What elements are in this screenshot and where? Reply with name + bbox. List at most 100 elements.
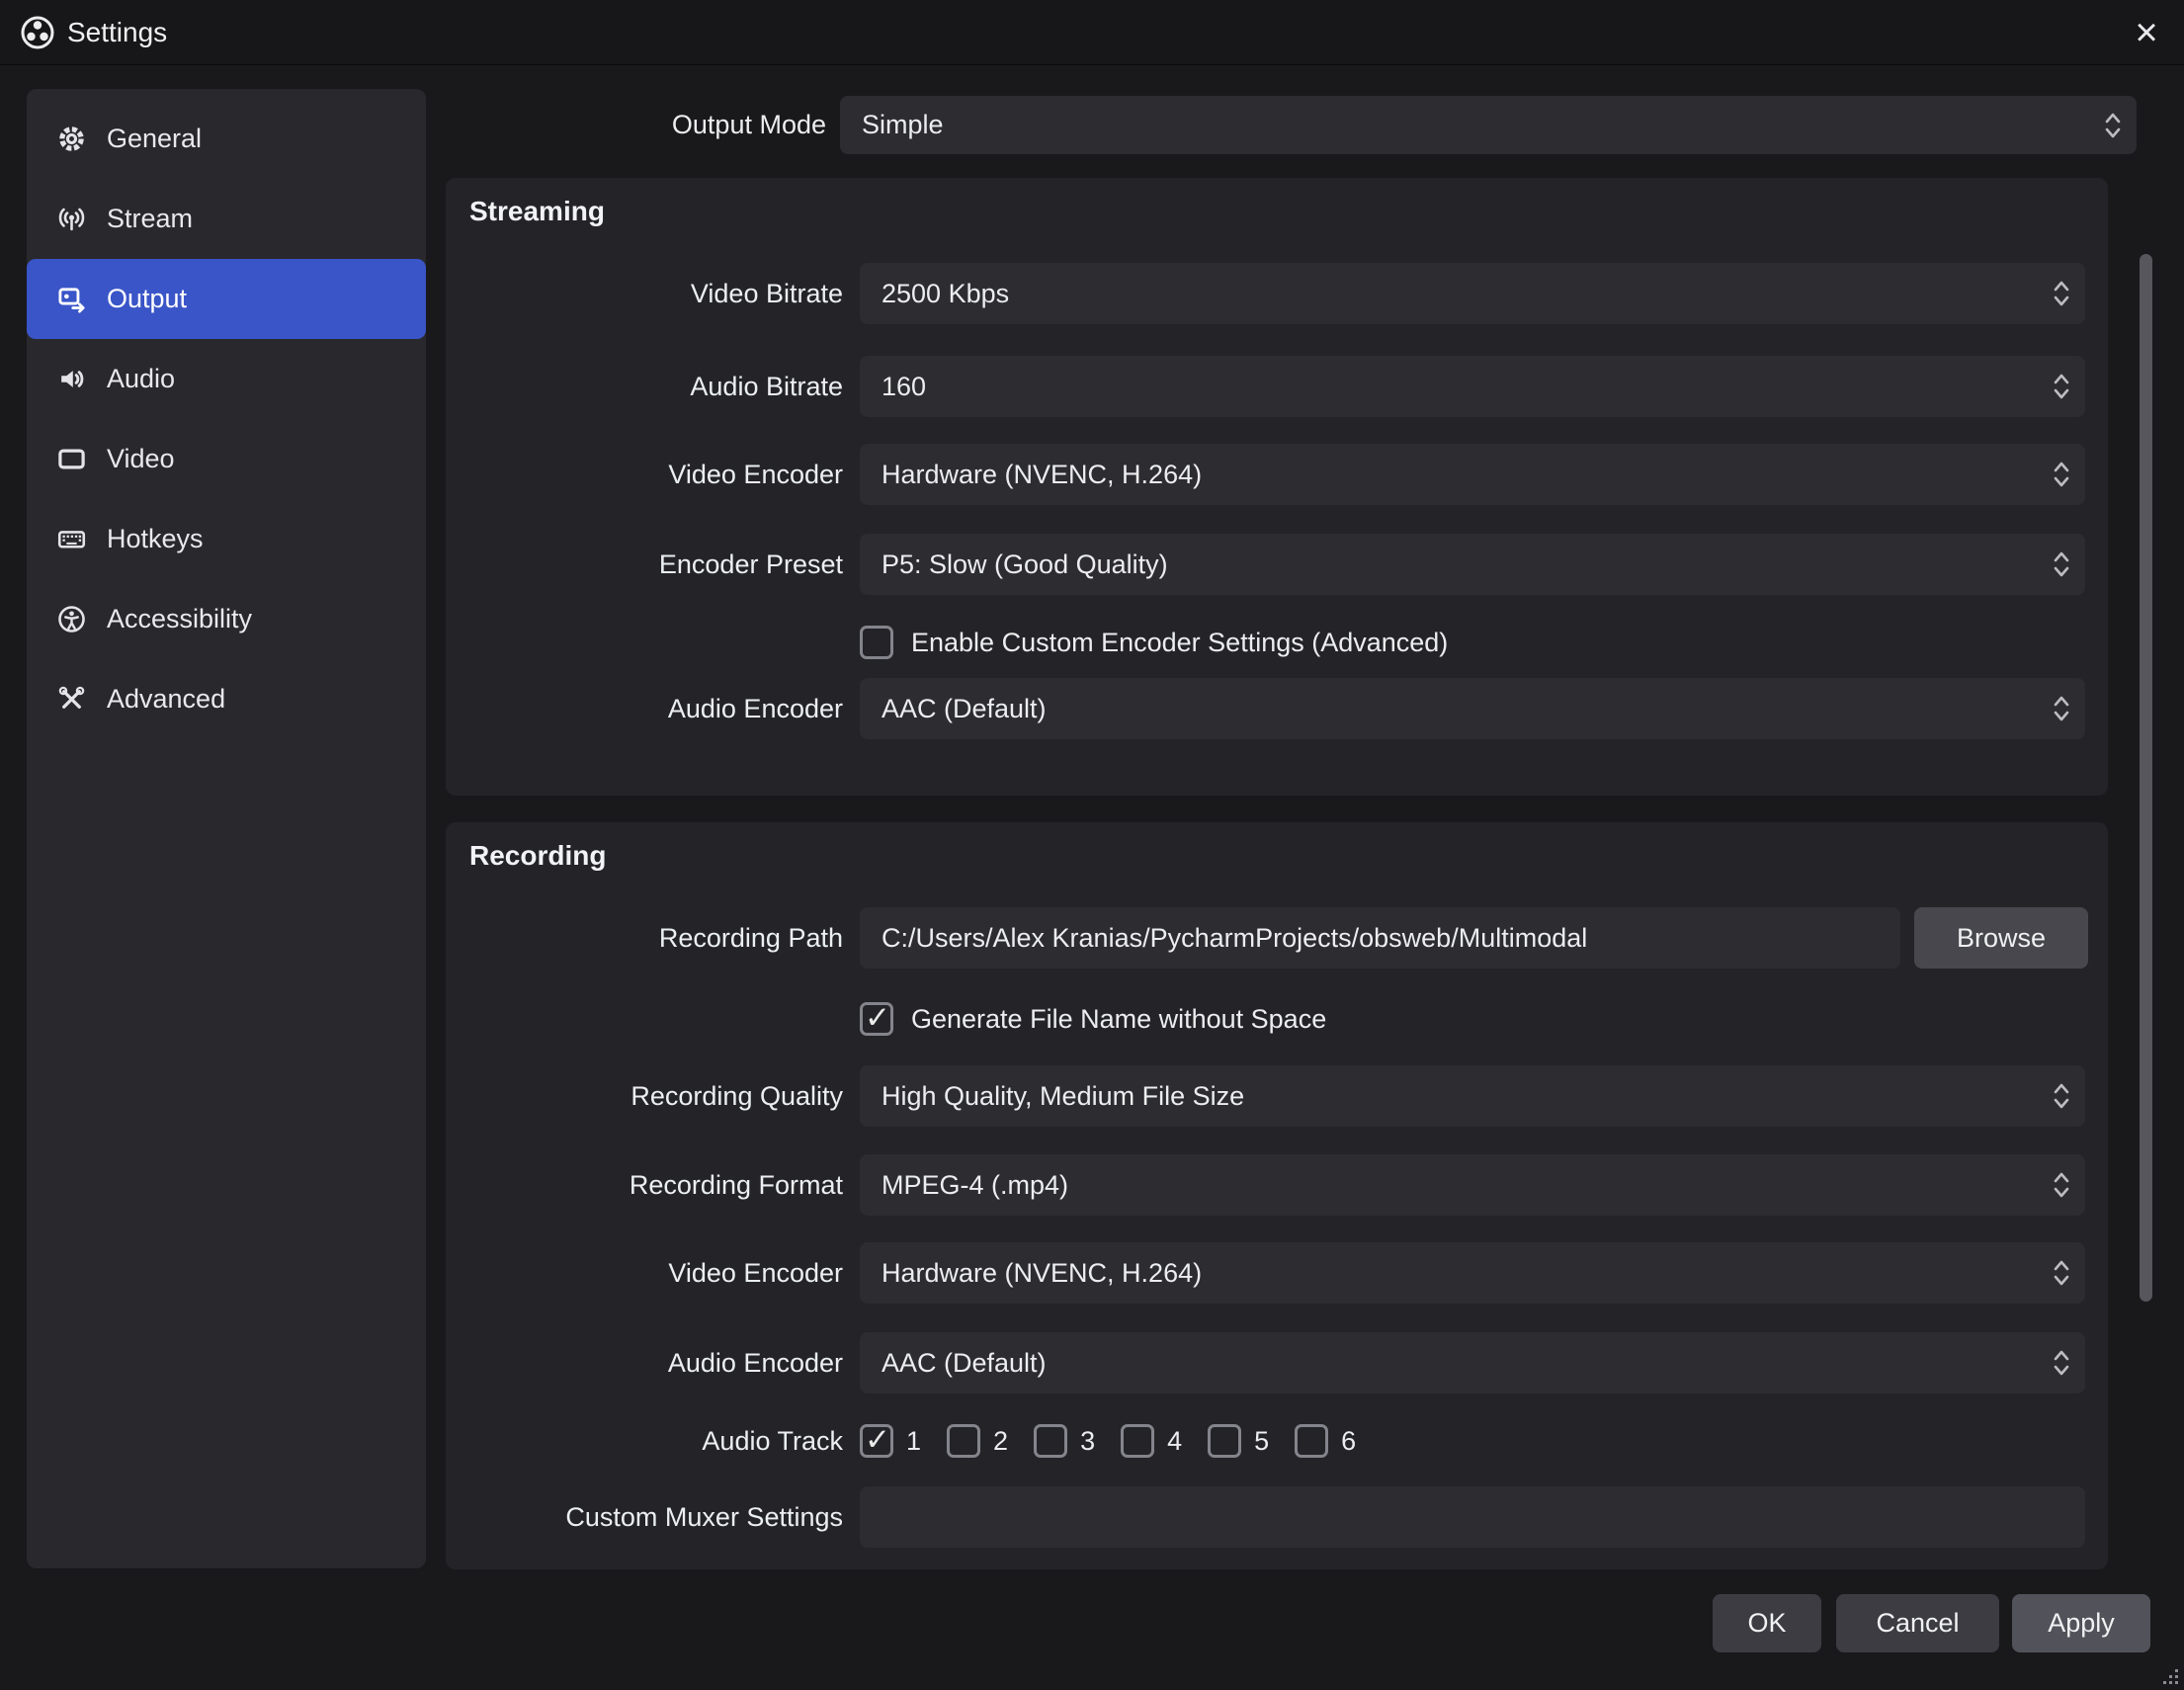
browse-button[interactable]: Browse xyxy=(1914,907,2088,969)
custom-muxer-label: Custom Muxer Settings xyxy=(446,1486,843,1548)
tools-icon xyxy=(56,684,87,715)
sidebar-item-audio[interactable]: Audio xyxy=(27,339,426,419)
spinner-arrows-icon[interactable] xyxy=(2052,548,2071,581)
apply-button[interactable]: Apply xyxy=(2012,1594,2150,1652)
keyboard-icon xyxy=(56,524,87,554)
sidebar-item-label: Hotkeys xyxy=(107,524,204,554)
recording-path-value: C:/Users/Alex Kranias/PycharmProjects/ob… xyxy=(882,923,1587,954)
audio-track-6-checkbox[interactable] xyxy=(1295,1424,1328,1458)
video-bitrate-value: 2500 Kbps xyxy=(882,279,1009,309)
generate-filename-label: Generate File Name without Space xyxy=(911,1004,1326,1035)
broadcast-icon xyxy=(56,204,87,234)
audio-track-2-label: 2 xyxy=(993,1426,1008,1457)
stream-video-encoder-value: Hardware (NVENC, H.264) xyxy=(882,460,1202,490)
output-mode-label: Output Mode xyxy=(426,96,826,154)
gear-icon xyxy=(56,124,87,154)
output-mode-select[interactable]: Simple xyxy=(840,96,2137,154)
close-button[interactable]: × xyxy=(2119,0,2174,65)
recording-path-input[interactable]: C:/Users/Alex Kranias/PycharmProjects/ob… xyxy=(860,907,1900,969)
audio-bitrate-select[interactable]: 160 xyxy=(860,356,2085,417)
audio-track-1: 1 xyxy=(860,1424,921,1458)
display-icon xyxy=(56,444,87,474)
rec-audio-encoder-select[interactable]: AAC (Default) xyxy=(860,1332,2085,1394)
speaker-icon xyxy=(56,364,87,394)
recording-quality-value: High Quality, Medium File Size xyxy=(882,1081,1244,1112)
audio-track-row: 1 2 3 4 5 6 xyxy=(860,1410,1356,1472)
audio-track-3-label: 3 xyxy=(1080,1426,1095,1457)
output-icon xyxy=(56,284,87,314)
sidebar-item-label: Stream xyxy=(107,204,193,234)
stream-audio-encoder-value: AAC (Default) xyxy=(882,694,1047,724)
audio-track-5: 5 xyxy=(1208,1424,1269,1458)
sidebar-item-label: Output xyxy=(107,284,187,314)
encoder-preset-select[interactable]: P5: Slow (Good Quality) xyxy=(860,534,2085,595)
stream-video-encoder-select[interactable]: Hardware (NVENC, H.264) xyxy=(860,444,2085,505)
stream-audio-encoder-label: Audio Encoder xyxy=(446,678,843,739)
enable-custom-encoder-row: Enable Custom Encoder Settings (Advanced… xyxy=(860,612,1448,673)
rec-video-encoder-select[interactable]: Hardware (NVENC, H.264) xyxy=(860,1242,2085,1304)
sidebar-item-label: Accessibility xyxy=(107,604,252,634)
audio-track-1-checkbox[interactable] xyxy=(860,1424,893,1458)
audio-track-2-checkbox[interactable] xyxy=(947,1424,980,1458)
stream-video-encoder-label: Video Encoder xyxy=(446,444,843,505)
spinner-arrows-icon[interactable] xyxy=(2052,1168,2071,1202)
audio-track-3-checkbox[interactable] xyxy=(1034,1424,1067,1458)
sidebar-item-output[interactable]: Output xyxy=(27,259,426,339)
audio-track-4: 4 xyxy=(1121,1424,1182,1458)
recording-format-value: MPEG-4 (.mp4) xyxy=(882,1170,1068,1201)
spinner-arrows-icon[interactable] xyxy=(2052,692,2071,725)
spinner-arrows-icon[interactable] xyxy=(2052,1256,2071,1290)
close-icon: × xyxy=(2135,13,2157,52)
audio-track-5-checkbox[interactable] xyxy=(1208,1424,1241,1458)
spinner-arrows-icon[interactable] xyxy=(2052,1346,2071,1380)
sidebar-item-label: Video xyxy=(107,444,175,474)
sidebar-item-video[interactable]: Video xyxy=(27,419,426,499)
ok-button[interactable]: OK xyxy=(1713,1594,1821,1652)
encoder-preset-label: Encoder Preset xyxy=(446,534,843,595)
obs-logo-icon xyxy=(20,15,55,50)
recording-section-title: Recording xyxy=(469,840,606,872)
resize-grip[interactable] xyxy=(2159,1665,2181,1687)
recording-quality-select[interactable]: High Quality, Medium File Size xyxy=(860,1065,2085,1127)
audio-bitrate-label: Audio Bitrate xyxy=(446,356,843,417)
encoder-preset-value: P5: Slow (Good Quality) xyxy=(882,549,1168,580)
audio-track-2: 2 xyxy=(947,1424,1008,1458)
audio-track-4-checkbox[interactable] xyxy=(1121,1424,1154,1458)
sidebar-item-accessibility[interactable]: Accessibility xyxy=(27,579,426,659)
audio-track-label: Audio Track xyxy=(446,1410,843,1472)
titlebar: Settings × xyxy=(0,0,2184,65)
settings-sidebar: General Stream Output Audio Video xyxy=(27,89,426,1568)
spinner-arrows-icon[interactable] xyxy=(2052,458,2071,491)
recording-format-label: Recording Format xyxy=(446,1154,843,1216)
sidebar-item-hotkeys[interactable]: Hotkeys xyxy=(27,499,426,579)
audio-track-3: 3 xyxy=(1034,1424,1095,1458)
streaming-section-title: Streaming xyxy=(469,196,605,227)
stream-audio-encoder-select[interactable]: AAC (Default) xyxy=(860,678,2085,739)
recording-format-select[interactable]: MPEG-4 (.mp4) xyxy=(860,1154,2085,1216)
window-title: Settings xyxy=(67,17,167,48)
spinner-arrows-icon[interactable] xyxy=(2103,109,2123,142)
sidebar-item-advanced[interactable]: Advanced xyxy=(27,659,426,739)
accessibility-icon xyxy=(56,604,87,634)
output-mode-value: Simple xyxy=(862,110,944,140)
streaming-panel: Streaming Video Bitrate 2500 Kbps Audio … xyxy=(446,178,2108,796)
custom-muxer-input[interactable] xyxy=(860,1486,2085,1548)
enable-custom-encoder-label: Enable Custom Encoder Settings (Advanced… xyxy=(911,628,1448,658)
video-bitrate-label: Video Bitrate xyxy=(446,263,843,324)
audio-track-6: 6 xyxy=(1295,1424,1356,1458)
rec-video-encoder-value: Hardware (NVENC, H.264) xyxy=(882,1258,1202,1289)
audio-bitrate-value: 160 xyxy=(882,372,926,402)
sidebar-item-general[interactable]: General xyxy=(27,99,426,179)
cancel-button[interactable]: Cancel xyxy=(1836,1594,1999,1652)
scrollbar-thumb[interactable] xyxy=(2140,254,2152,1302)
spinner-arrows-icon[interactable] xyxy=(2052,277,2071,310)
generate-filename-checkbox[interactable] xyxy=(860,1002,893,1036)
sidebar-item-stream[interactable]: Stream xyxy=(27,179,426,259)
generate-filename-row: Generate File Name without Space xyxy=(860,988,1326,1050)
video-bitrate-spinbox[interactable]: 2500 Kbps xyxy=(860,263,2085,324)
rec-video-encoder-label: Video Encoder xyxy=(446,1242,843,1304)
recording-path-label: Recording Path xyxy=(446,907,843,969)
spinner-arrows-icon[interactable] xyxy=(2052,1079,2071,1113)
enable-custom-encoder-checkbox[interactable] xyxy=(860,626,893,659)
spinner-arrows-icon[interactable] xyxy=(2052,370,2071,403)
